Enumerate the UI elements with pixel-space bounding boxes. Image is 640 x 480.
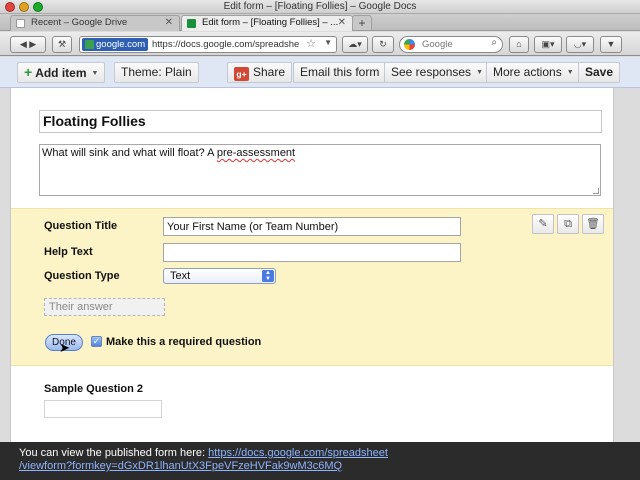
select-arrows-icon: ▲ ▼ bbox=[262, 270, 274, 282]
window-title: Edit form – [Floating Follies] – Google … bbox=[223, 1, 417, 12]
theme-button[interactable]: Theme: Plain bbox=[114, 62, 199, 83]
required-question-label: Make this a required question bbox=[106, 336, 262, 348]
back-forward-buttons[interactable]: ◀ ▶ bbox=[10, 36, 46, 53]
published-form-notice: You can view the published form here: ht… bbox=[0, 442, 640, 480]
see-responses-label: See responses bbox=[391, 65, 472, 79]
google-plus-icon: g+ bbox=[234, 67, 249, 81]
home-icon[interactable]: ⌂ bbox=[509, 36, 529, 53]
help-text-label: Help Text bbox=[44, 246, 93, 258]
new-tab-button[interactable]: + bbox=[352, 15, 372, 30]
more-actions-label: More actions bbox=[493, 65, 562, 79]
chevron-down-icon: ▼ bbox=[476, 69, 483, 76]
edit-pencil-icon[interactable]: ✎ bbox=[532, 214, 554, 234]
tab-bar: Recent – Google Drive ✕ Edit form – [Flo… bbox=[0, 14, 640, 31]
chevron-down-icon: ▼ bbox=[91, 70, 99, 77]
close-tab-icon[interactable]: ✕ bbox=[165, 16, 173, 30]
search-icon[interactable]: ⌕ bbox=[491, 37, 497, 48]
reload-icon[interactable]: ↻ bbox=[372, 36, 394, 53]
chevron-down-icon[interactable]: ▼ bbox=[324, 38, 332, 47]
sample-question-answer-field bbox=[44, 400, 162, 418]
question-title-label: Question Title bbox=[44, 220, 118, 232]
extension-icon[interactable]: ▼ bbox=[600, 36, 622, 53]
question-type-select[interactable]: Text ▲ ▼ bbox=[163, 268, 276, 284]
more-actions-button[interactable]: More actions ▼ bbox=[486, 62, 581, 83]
site-favicon-icon bbox=[85, 40, 94, 49]
close-tab-icon[interactable]: ✕ bbox=[338, 16, 346, 30]
question-type-label: Question Type bbox=[44, 270, 120, 282]
form-title-field[interactable]: Floating Follies bbox=[39, 110, 602, 133]
site-identity-badge[interactable]: google.com bbox=[82, 38, 149, 51]
theme-label: Theme: Plain bbox=[121, 65, 192, 79]
tab-recent-drive[interactable]: Recent – Google Drive ✕ bbox=[10, 15, 180, 31]
form-editor: Floating Follies What will sink and what… bbox=[10, 88, 614, 480]
navigation-bar: ◀ ▶ ⚒ google.com https://docs.google.com… bbox=[0, 32, 640, 56]
tab-label: Recent – Google Drive bbox=[31, 17, 128, 28]
resize-handle-icon[interactable] bbox=[593, 188, 599, 194]
required-question-checkbox[interactable]: ✓ bbox=[91, 336, 102, 347]
pocket-button[interactable]: ◡▾ bbox=[566, 36, 594, 53]
tab-edit-form[interactable]: Edit form – [Floating Follies] – ... ✕ bbox=[181, 15, 353, 31]
site-badge-label: google.com bbox=[96, 39, 146, 50]
add-item-button[interactable]: + Add item ▼ bbox=[17, 62, 106, 83]
share-button[interactable]: g+ Share bbox=[227, 62, 293, 83]
window-title-bar: Edit form – [Floating Follies] – Google … bbox=[0, 0, 640, 14]
spreadsheet-icon bbox=[187, 19, 196, 28]
delete-trash-icon[interactable]: 🗑 bbox=[582, 214, 604, 234]
google-search-icon bbox=[404, 39, 415, 50]
tools-icon[interactable]: ⚒ bbox=[52, 36, 72, 53]
form-editor-toolbar: + Add item ▼ Theme: Plain g+ Share Email th… bbox=[0, 57, 640, 88]
published-form-link-part1[interactable]: https://docs.google.com/spreadsheet bbox=[208, 447, 388, 459]
share-label: Share bbox=[253, 65, 286, 79]
question-title-input[interactable] bbox=[163, 217, 461, 236]
misspelled-word: pre-assessment bbox=[216, 147, 296, 159]
sample-question-title[interactable]: Sample Question 2 bbox=[44, 383, 143, 395]
question-type-value: Text bbox=[170, 270, 191, 282]
question-editor-panel: Question Title Help Text Question Type T… bbox=[11, 208, 613, 366]
tab-label: Edit form – [Floating Follies] – ... bbox=[202, 17, 339, 28]
bookmark-star-icon[interactable]: ☆ bbox=[306, 37, 316, 50]
url-text: https://docs.google.com/spreadshe bbox=[152, 39, 300, 50]
duplicate-icon[interactable]: ⧉ bbox=[557, 214, 579, 234]
search-input[interactable] bbox=[422, 38, 488, 51]
help-text-input[interactable] bbox=[163, 243, 461, 262]
save-button[interactable]: Save bbox=[578, 62, 621, 83]
add-item-label: Add item bbox=[35, 66, 87, 80]
feed-dropdown-button[interactable]: ☁▾ bbox=[342, 36, 368, 53]
search-bar[interactable]: ⌕ bbox=[399, 36, 503, 53]
chevron-down-icon: ▼ bbox=[566, 69, 574, 76]
email-form-button[interactable]: Email this form bbox=[293, 62, 387, 83]
description-text: What will sink and what will float? A bbox=[42, 147, 217, 159]
screen-capture-button[interactable]: ▣▾ bbox=[534, 36, 562, 53]
plus-icon: + bbox=[24, 64, 33, 80]
save-label: Save bbox=[585, 65, 614, 79]
mouse-cursor-icon: ➤ bbox=[59, 340, 70, 355]
see-responses-button[interactable]: See responses ▼ bbox=[384, 62, 490, 83]
notice-text: You can view the published form here: bbox=[19, 447, 209, 459]
published-form-link-part2[interactable]: /viewform?formkey=dGxDR1lhanUtX3FpeVFzeH… bbox=[19, 460, 342, 472]
document-icon bbox=[16, 19, 25, 28]
email-form-label: Email this form bbox=[300, 65, 380, 79]
address-bar[interactable]: google.com https://docs.google.com/sprea… bbox=[79, 36, 337, 53]
form-description-field[interactable]: What will sink and what will float? A pr… bbox=[39, 144, 601, 196]
answer-preview-field: Their answer bbox=[44, 298, 165, 316]
